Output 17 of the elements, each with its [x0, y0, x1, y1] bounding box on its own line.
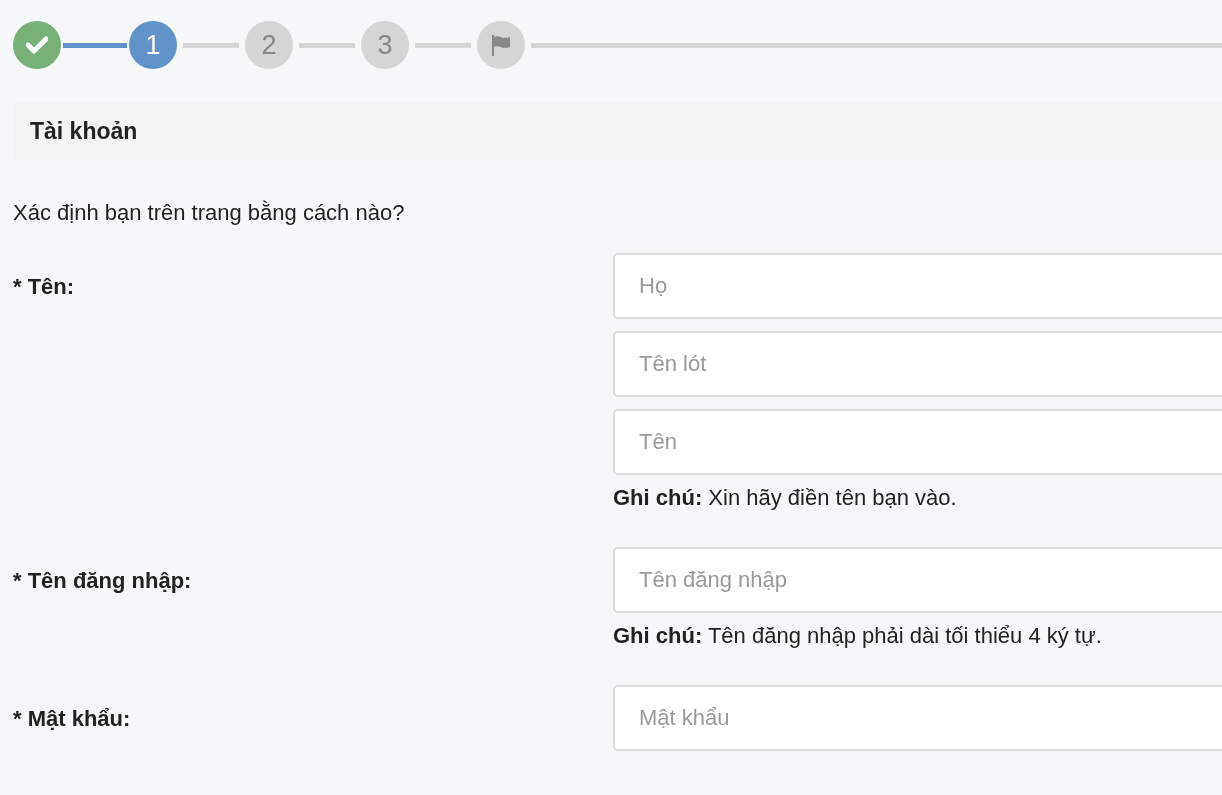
input-field[interactable]: Mật khẩu	[613, 685, 1222, 751]
check-icon	[26, 36, 48, 54]
note-text: Ghi chú: Xin hãy điền tên bạn vào.	[613, 485, 958, 511]
field-label: * Tên đăng nhập:	[13, 567, 193, 595]
input-field[interactable]: Tên lót	[613, 331, 1222, 397]
note-text: Ghi chú: Tên đăng nhập phải dài tối thiểu 4 ký tự.	[613, 623, 1103, 649]
field-label: * Tên:	[13, 273, 76, 301]
input-field[interactable]: Tên	[613, 409, 1222, 475]
section-header: Tài khoản	[13, 102, 1222, 160]
step-circle: 3	[361, 21, 409, 69]
step-circle: 2	[245, 21, 293, 69]
step-circle: 1	[129, 21, 177, 69]
field-label: * Mật khẩu:	[13, 705, 132, 733]
input-field[interactable]: Tên đăng nhập	[613, 547, 1222, 613]
question-text: Xác định bạn trên trang bằng cách nào?	[13, 200, 406, 226]
flag-icon	[489, 33, 513, 57]
input-field[interactable]: Họ	[613, 253, 1222, 319]
